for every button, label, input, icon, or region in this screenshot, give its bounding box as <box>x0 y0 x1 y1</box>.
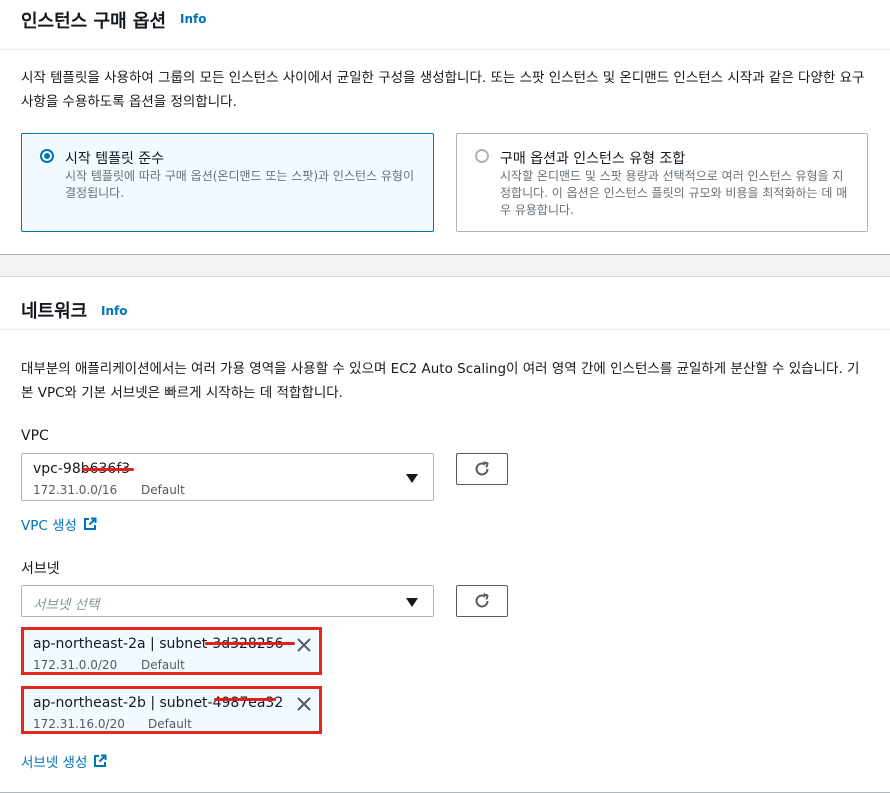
option-description: 시작할 온디맨드 및 스팟 용량과 선택적으로 여러 인스턴스 유형을 지정합니… <box>500 169 848 217</box>
purchase-options-description: 시작 템플릿을 사용하여 그룹의 모든 인스턴스 사이에서 균일한 구성을 생성… <box>21 70 865 110</box>
radio-combine-types[interactable] <box>475 149 489 163</box>
subnet-token-cidr: 172.31.0.0/20 <box>33 658 118 672</box>
refresh-icon <box>475 593 489 608</box>
create-subnet-link[interactable]: 서브넷 생성 <box>21 751 107 771</box>
purchase-options-title: 인스턴스 구매 옵션 <box>21 11 167 32</box>
subnet-select[interactable]: 서브넷 선택 <box>21 585 434 617</box>
option-description: 시작 템플릿에 따라 구매 옵션(온디맨드 또는 스팟)과 인스턴스 유형이 결… <box>65 169 415 200</box>
external-link-icon <box>83 517 97 530</box>
purchase-options-panel: 인스턴스 구매 옵션 Info 시작 템플릿을 사용하여 그룹의 모든 인스턴스… <box>0 0 890 255</box>
create-vpc-link[interactable]: VPC 생성 <box>21 514 97 534</box>
create-subnet-label: 서브넷 생성 <box>21 755 88 771</box>
purchase-options-info-link[interactable]: Info <box>180 12 206 26</box>
subnet-token: ap-northeast-2a | subnet-3d328256 172.31… <box>21 627 322 675</box>
purchase-options-header: 인스턴스 구매 옵션 Info <box>0 0 890 50</box>
network-header: 네트워크 Info <box>0 277 890 330</box>
redaction-mark <box>214 698 276 701</box>
redaction-mark <box>82 468 134 471</box>
subnet-token-cidr: 172.31.16.0/20 <box>33 717 125 731</box>
vpc-cidr: 172.31.0.0/16 <box>33 483 118 497</box>
radio-launch-template[interactable] <box>40 149 54 163</box>
subnet-token: ap-northeast-2b | subnet-4987ea32 172.31… <box>21 686 322 734</box>
create-vpc-label: VPC 생성 <box>21 518 77 534</box>
option-tile-launch-template[interactable]: 시작 템플릿 준수 시작 템플릿에 따라 구매 옵션(온디맨드 또는 스팟)과 … <box>21 133 434 232</box>
network-description: 대부분의 애플리케이션에서는 여러 가용 영역을 사용할 수 있으며 EC2 A… <box>21 361 860 401</box>
external-link-icon <box>94 754 107 767</box>
vpc-default-tag: Default <box>141 483 185 497</box>
subnet-token-default: Default <box>148 717 192 731</box>
subnet-label: 서브넷 <box>21 561 60 577</box>
subnet-refresh-button[interactable] <box>456 585 508 617</box>
subnet-placeholder: 서브넷 선택 <box>33 597 100 613</box>
network-title: 네트워크 <box>21 301 88 322</box>
caret-down-icon <box>406 598 418 607</box>
option-label: 시작 템플릿 준수 <box>65 151 165 167</box>
network-info-link[interactable]: Info <box>101 304 127 318</box>
option-label: 구매 옵션과 인스턴스 유형 조합 <box>500 151 686 167</box>
close-icon[interactable] <box>295 695 313 713</box>
subnet-token-default: Default <box>141 658 185 672</box>
refresh-icon <box>475 461 489 476</box>
vpc-refresh-button[interactable] <box>456 453 508 485</box>
network-panel: 네트워크 Info 대부분의 애플리케이션에서는 여러 가용 영역을 사용할 수… <box>0 276 890 793</box>
caret-down-icon <box>406 474 418 483</box>
close-icon[interactable] <box>295 636 313 654</box>
vpc-select[interactable]: vpc-98b636f3 172.31.0.0/16 Default <box>21 453 434 501</box>
redaction-mark <box>205 642 295 645</box>
vpc-label: VPC <box>21 428 49 444</box>
option-tile-combine-types[interactable]: 구매 옵션과 인스턴스 유형 조합 시작할 온디맨드 및 스팟 용량과 선택적으… <box>456 133 868 232</box>
